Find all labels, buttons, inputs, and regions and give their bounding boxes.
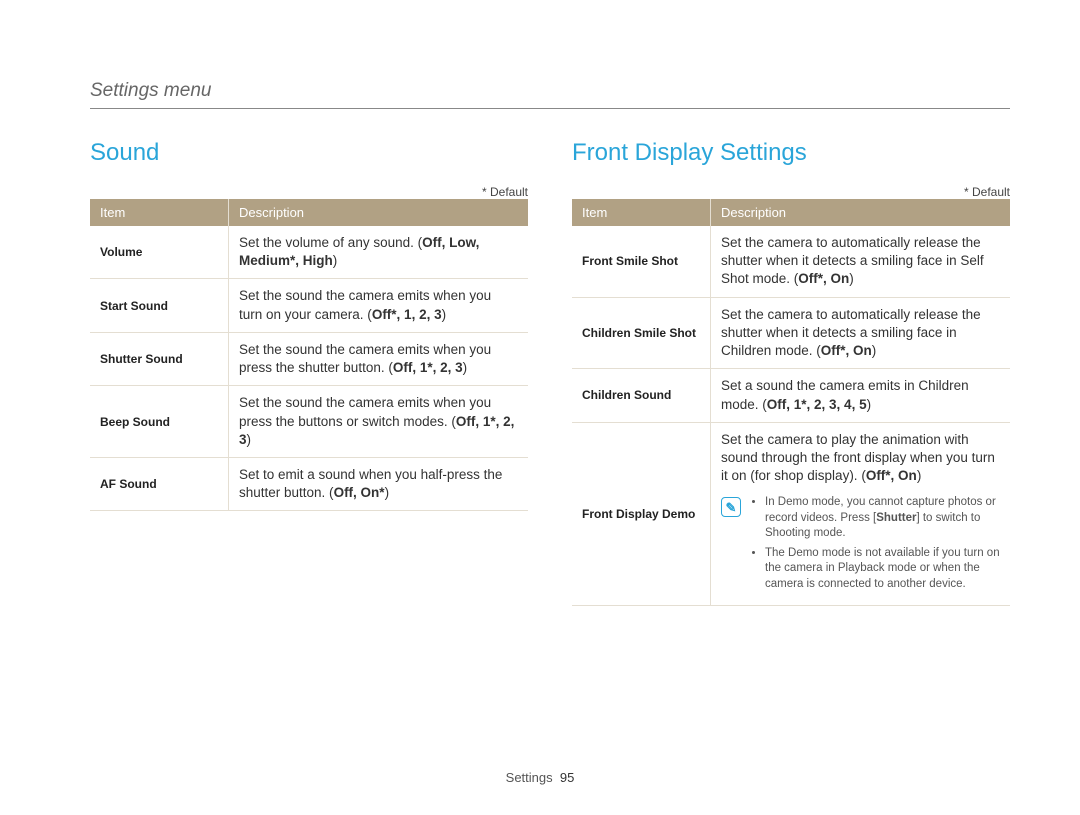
note-list: In Demo mode, you cannot capture photos … — [749, 495, 1000, 596]
front-display-heading: Front Display Settings — [572, 139, 1010, 167]
item-name: Start Sound — [90, 279, 229, 332]
item-desc: Set the volume of any sound. (Off, Low, … — [229, 226, 529, 279]
table-row: Start Sound Set the sound the camera emi… — [90, 279, 528, 332]
note-icon: ✎ — [721, 497, 741, 517]
table-row: Front Display Demo Set the camera to pla… — [572, 422, 1010, 605]
table-row: Children Sound Set a sound the camera em… — [572, 369, 1010, 422]
table-row: Children Smile Shot Set the camera to au… — [572, 297, 1010, 369]
item-name: Front Smile Shot — [572, 226, 711, 297]
item-desc: Set the sound the camera emits when you … — [229, 386, 529, 458]
item-desc: Set a sound the camera emits in Children… — [711, 369, 1011, 422]
col-desc-header: Description — [711, 199, 1011, 226]
table-row: Volume Set the volume of any sound. (Off… — [90, 226, 528, 279]
item-name: Children Smile Shot — [572, 297, 711, 369]
note-item: In Demo mode, you cannot capture photos … — [765, 495, 1000, 542]
item-name: Volume — [90, 226, 229, 279]
footer-label: Settings — [506, 770, 553, 785]
item-name: Shutter Sound — [90, 332, 229, 385]
manual-page: Settings menu Sound * Default Item Descr… — [0, 0, 1080, 815]
left-column: Sound * Default Item Description Volume … — [90, 139, 528, 606]
table-row: Front Smile Shot Set the camera to autom… — [572, 226, 1010, 297]
page-footer: Settings 95 — [0, 770, 1080, 785]
note-item: The Demo mode is not available if you tu… — [765, 546, 1000, 593]
right-column: Front Display Settings * Default Item De… — [572, 139, 1010, 606]
col-item-header: Item — [572, 199, 711, 226]
item-name: Beep Sound — [90, 386, 229, 458]
item-desc: Set the camera to automatically release … — [711, 297, 1011, 369]
item-desc: Set to emit a sound when you half-press … — [229, 457, 529, 510]
sound-heading: Sound — [90, 139, 528, 167]
default-note-left: * Default — [90, 185, 528, 199]
section-title: Settings menu — [90, 80, 1010, 109]
sound-table: Item Description Volume Set the volume o… — [90, 199, 528, 511]
item-name: AF Sound — [90, 457, 229, 510]
table-row: AF Sound Set to emit a sound when you ha… — [90, 457, 528, 510]
default-note-right: * Default — [572, 185, 1010, 199]
item-desc: Set the sound the camera emits when you … — [229, 332, 529, 385]
front-display-table: Item Description Front Smile Shot Set th… — [572, 199, 1010, 606]
item-desc: Set the camera to automatically release … — [711, 226, 1011, 297]
item-name: Children Sound — [572, 369, 711, 422]
table-row: Shutter Sound Set the sound the camera e… — [90, 332, 528, 385]
table-row: Beep Sound Set the sound the camera emit… — [90, 386, 528, 458]
item-desc: Set the camera to play the animation wit… — [711, 422, 1011, 605]
col-item-header: Item — [90, 199, 229, 226]
note-box: ✎ In Demo mode, you cannot capture photo… — [721, 495, 1000, 596]
item-name: Front Display Demo — [572, 422, 711, 605]
two-column-layout: Sound * Default Item Description Volume … — [90, 139, 1010, 606]
item-desc: Set the sound the camera emits when you … — [229, 279, 529, 332]
col-desc-header: Description — [229, 199, 529, 226]
page-number: 95 — [560, 770, 574, 785]
